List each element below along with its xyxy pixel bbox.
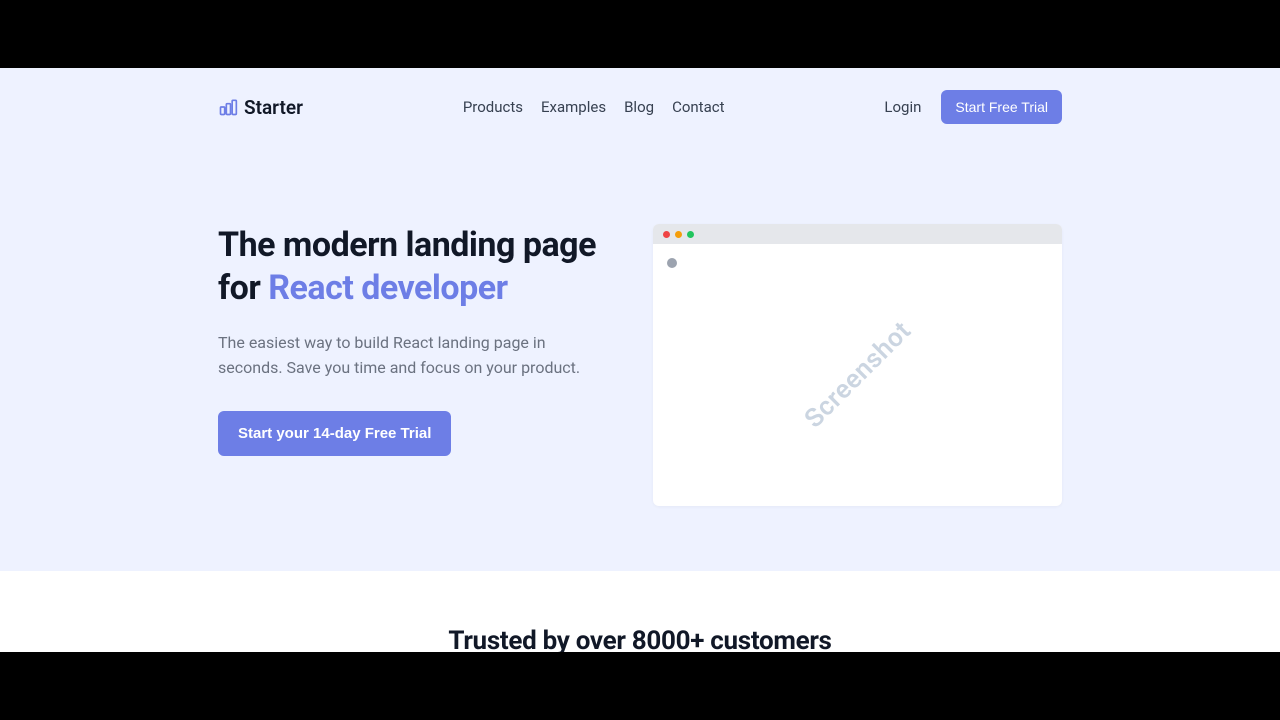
screenshot-watermark: Screenshot bbox=[798, 316, 916, 434]
navbar: Starter Products Examples Blog Contact L… bbox=[218, 68, 1062, 124]
hero-title: The modern landing page for React develo… bbox=[218, 224, 613, 309]
hero-cta-button[interactable]: Start your 14-day Free Trial bbox=[218, 411, 451, 456]
placeholder-dot-icon bbox=[667, 258, 677, 268]
nav-right: Login Start Free Trial bbox=[884, 90, 1062, 124]
browser-titlebar bbox=[653, 224, 1062, 244]
hero-section: Starter Products Examples Blog Contact L… bbox=[0, 68, 1280, 571]
hero-title-line1: The modern landing page bbox=[218, 225, 596, 265]
social-proof-section: Trusted by over 8000+ customers Lorem ip… bbox=[0, 571, 1280, 652]
browser-mockup: Screenshot bbox=[653, 224, 1062, 506]
page: Starter Products Examples Blog Contact L… bbox=[0, 68, 1280, 652]
window-close-icon bbox=[663, 231, 670, 238]
nav-link-blog[interactable]: Blog bbox=[624, 98, 654, 116]
brand-name: Starter bbox=[244, 96, 303, 119]
start-free-trial-button[interactable]: Start Free Trial bbox=[941, 90, 1062, 124]
window-minimize-icon bbox=[675, 231, 682, 238]
hero-subtitle: The easiest way to build React landing p… bbox=[218, 331, 613, 381]
browser-body: Screenshot bbox=[653, 244, 1062, 506]
hero-title-accent: React developer bbox=[268, 268, 507, 308]
nav-links: Products Examples Blog Contact bbox=[463, 98, 725, 116]
nav-link-contact[interactable]: Contact bbox=[672, 98, 724, 116]
hero-title-line2-prefix: for bbox=[218, 268, 268, 308]
brand[interactable]: Starter bbox=[218, 96, 303, 119]
nav-link-examples[interactable]: Examples bbox=[541, 98, 606, 116]
login-link[interactable]: Login bbox=[884, 98, 921, 116]
social-proof-title: Trusted by over 8000+ customers bbox=[0, 626, 1280, 652]
window-zoom-icon bbox=[687, 231, 694, 238]
hero-body: The modern landing page for React develo… bbox=[218, 124, 1062, 506]
nav-link-products[interactable]: Products bbox=[463, 98, 523, 116]
logo-icon bbox=[218, 97, 238, 117]
hero-text: The modern landing page for React develo… bbox=[218, 224, 613, 456]
